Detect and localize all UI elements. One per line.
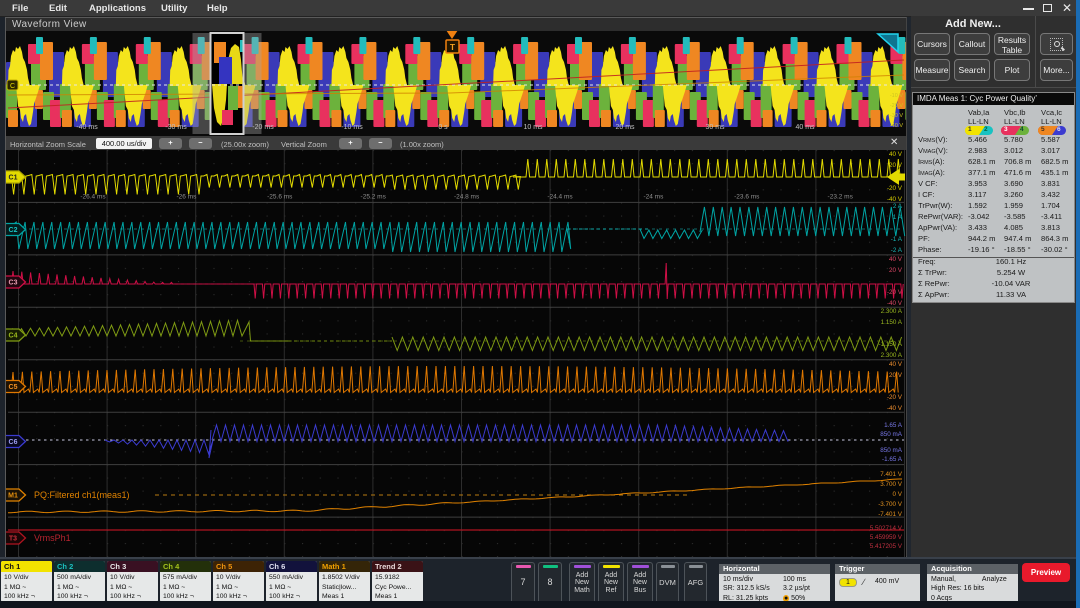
svg-text:-24.8 ms: -24.8 ms <box>454 194 480 201</box>
svg-text:-23.2 ms: -23.2 ms <box>828 194 854 201</box>
svg-text:-10 ms: -10 ms <box>341 124 363 131</box>
svg-text:C5: C5 <box>9 384 18 391</box>
svg-text:1.150 A: 1.150 A <box>881 319 903 326</box>
svg-text:-26 ms: -26 ms <box>176 194 197 201</box>
svg-text:-40 ms: -40 ms <box>76 124 98 131</box>
svg-text:VrmsPh1: VrmsPh1 <box>34 533 71 543</box>
svg-text:C2: C2 <box>9 227 18 234</box>
svg-text:2 A: 2 A <box>893 203 903 210</box>
svg-text:-1 A: -1 A <box>891 236 903 243</box>
svg-text:M1: M1 <box>8 493 18 500</box>
svg-text:-10 V: -10 V <box>890 93 903 99</box>
svg-text:20 V: 20 V <box>889 162 903 169</box>
svg-text:-20 V: -20 V <box>887 185 903 192</box>
svg-text:2.300 A: 2.300 A <box>881 308 903 315</box>
svg-text:-26.4 ms: -26.4 ms <box>80 194 106 201</box>
svg-text:3.700 V: 3.700 V <box>880 481 903 488</box>
svg-text:-25.2 ms: -25.2 ms <box>361 194 387 201</box>
svg-text:-40 V: -40 V <box>887 405 903 412</box>
svg-text:1 A: 1 A <box>893 214 903 221</box>
svg-text:40 V: 40 V <box>889 151 903 158</box>
svg-text:-40 V: -40 V <box>890 123 903 129</box>
svg-text:-30 V: -30 V <box>890 113 903 119</box>
svg-text:-7.401 V: -7.401 V <box>878 511 903 518</box>
svg-text:-25.6 ms: -25.6 ms <box>267 194 293 201</box>
svg-text:-20 ms: -20 ms <box>252 124 274 131</box>
svg-text:-1.65 A: -1.65 A <box>882 456 903 463</box>
svg-text:5.459959 V: 5.459959 V <box>870 534 903 541</box>
svg-text:5.417205 V: 5.417205 V <box>870 543 903 550</box>
svg-text:850 mA: 850 mA <box>880 431 903 438</box>
svg-text:40 ms: 40 ms <box>795 124 815 131</box>
svg-text:C1: C1 <box>9 175 18 182</box>
svg-text:-23.6 ms: -23.6 ms <box>734 194 760 201</box>
svg-text:20 V: 20 V <box>889 372 903 379</box>
svg-text:T3: T3 <box>9 536 17 543</box>
svg-text:C4: C4 <box>9 333 18 340</box>
svg-text:-1.150 A: -1.150 A <box>879 341 903 348</box>
svg-text:-2 A: -2 A <box>891 247 903 254</box>
svg-text:5.502714 V: 5.502714 V <box>870 525 903 532</box>
svg-text:850 mA: 850 mA <box>880 447 903 454</box>
svg-text:40 V: 40 V <box>889 361 903 368</box>
svg-text:10 ms: 10 ms <box>523 124 543 131</box>
svg-text:0 V: 0 V <box>893 491 903 498</box>
svg-text:T: T <box>450 42 456 52</box>
svg-text:-30 ms: -30 ms <box>165 124 187 131</box>
svg-text:-24.4 ms: -24.4 ms <box>547 194 573 201</box>
svg-text:7.401 V: 7.401 V <box>880 471 903 478</box>
svg-text:30 ms: 30 ms <box>705 124 725 131</box>
svg-text:C3: C3 <box>9 280 18 287</box>
svg-text:-40 V: -40 V <box>887 196 903 203</box>
svg-text:-40 V: -40 V <box>887 300 903 307</box>
svg-text:20 V: 20 V <box>889 267 903 274</box>
svg-text:40 V: 40 V <box>889 256 903 263</box>
svg-text:-20 V: -20 V <box>887 394 903 401</box>
svg-text:C: C <box>10 83 15 90</box>
svg-text:-20 V: -20 V <box>890 103 903 109</box>
svg-text:1.65 A: 1.65 A <box>884 422 903 429</box>
svg-text:-24 ms: -24 ms <box>643 194 664 201</box>
svg-text:20 ms: 20 ms <box>615 124 635 131</box>
svg-text:0 s: 0 s <box>438 124 448 131</box>
svg-text:2.300 A: 2.300 A <box>881 352 903 359</box>
svg-text:-20 V: -20 V <box>887 289 903 296</box>
svg-text:-3.700 V: -3.700 V <box>878 501 903 508</box>
svg-text:PQ:Filtered ch1(meas1): PQ:Filtered ch1(meas1) <box>34 490 130 500</box>
svg-text:C6: C6 <box>9 439 18 446</box>
